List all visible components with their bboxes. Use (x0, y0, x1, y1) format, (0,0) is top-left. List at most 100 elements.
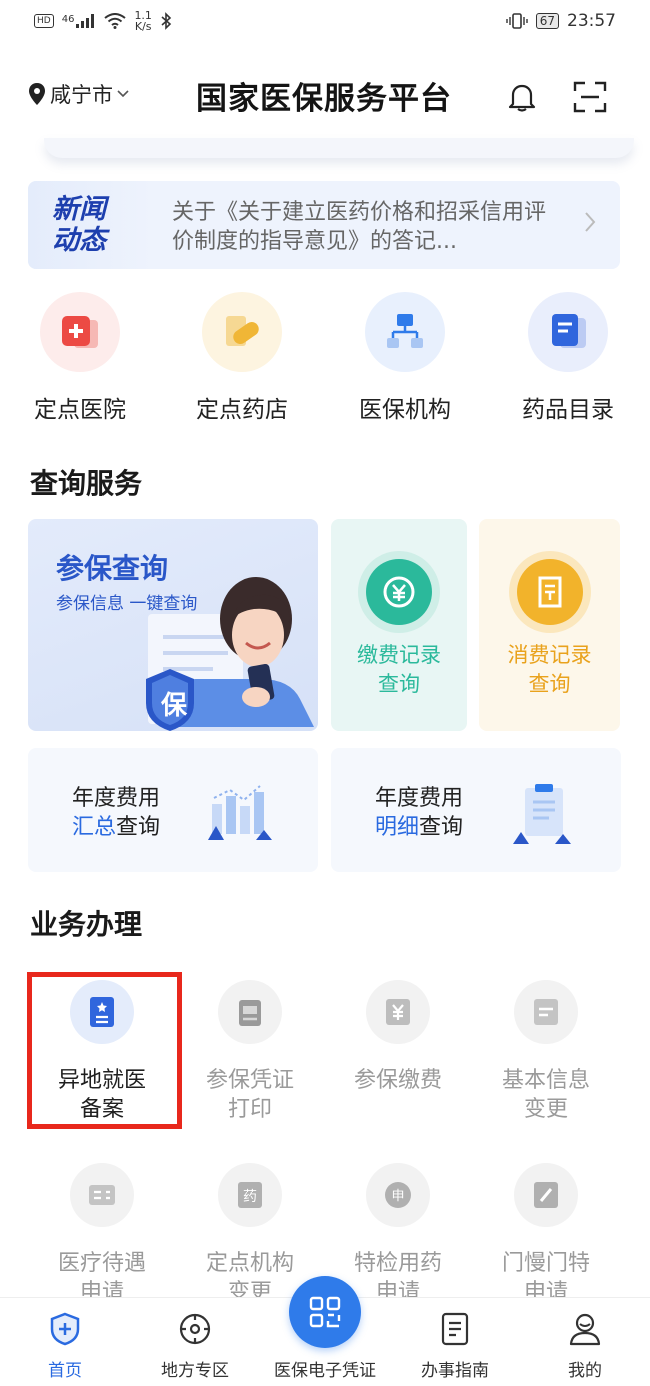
bluetooth-icon (161, 12, 172, 30)
page-title: 国家医保服务平台 (196, 81, 452, 117)
annual-detail-line1: 年度费用 (375, 786, 464, 811)
hd-badge: HD (34, 14, 54, 28)
quick-link-catalog[interactable]: 药品目录 (498, 292, 638, 424)
hospital-icon (40, 292, 120, 372)
status-left: HD 46 1.1 K/s (34, 10, 172, 32)
quick-link-label: 定点医院 (34, 397, 126, 423)
medicine-icon: 药 (218, 1163, 282, 1227)
payment-record-line1: 缴费记录 (357, 643, 441, 667)
vibrate-icon (506, 13, 528, 29)
annual-detail-card[interactable]: 年度费用 明细查询 (331, 748, 621, 872)
tab-guide[interactable]: 办事指南 (390, 1312, 520, 1381)
tab-mine-label: 我的 (568, 1361, 602, 1381)
business-item-label: 基本信息 变更 (502, 1066, 590, 1124)
quick-link-label: 药品目录 (522, 397, 614, 423)
e-certificate-label: 医保电子凭证 (274, 1361, 376, 1381)
quick-link-label: 医保机构 (359, 397, 451, 423)
business-item-line1: 门慢门特 (501, 1251, 590, 1276)
scan-icon (573, 81, 607, 113)
city-name: 咸宁市 (50, 83, 113, 107)
tab-local[interactable]: 地方专区 (130, 1312, 260, 1381)
business-item-line1: 参保缴费 (353, 1068, 442, 1093)
payment-record-line2: 查询 (378, 672, 420, 696)
edit-icon (514, 1163, 578, 1227)
tab-local-label: 地方专区 (161, 1361, 229, 1381)
query-section-title: 查询服务 (30, 467, 143, 500)
spending-record-line1: 消费记录 (507, 643, 592, 667)
annual-summary-rest: 查询 (116, 815, 161, 840)
annual-summary-line1: 年度费用 (72, 786, 161, 811)
shield-plus-icon (50, 1312, 80, 1346)
bar-chart-icon (208, 785, 272, 840)
printer-icon (218, 980, 282, 1044)
insurance-query-card[interactable]: 参保查询 参保信息 一键查询 保 (28, 519, 318, 731)
spending-record-card[interactable]: 消费记录 查询 (479, 519, 620, 731)
tab-home-label: 首页 (48, 1361, 82, 1381)
quick-link-institution[interactable]: 医保机构 (335, 292, 475, 424)
status-right: 67 23:57 (506, 11, 616, 31)
annual-summary-highlight: 汇总 (72, 815, 117, 840)
business-item-line1: 参保凭证 (205, 1068, 294, 1093)
business-item-line2: 打印 (227, 1097, 272, 1122)
news-headline: 关于《关于建立医药价格和招采信用评价制度的指导意见》的答记... (172, 200, 547, 254)
business-item-info-change[interactable]: 基本信息 变更 (472, 980, 620, 1124)
annual-summary-card[interactable]: 年度费用 汇总查询 (28, 748, 318, 872)
news-tag-line2: 动态 (52, 225, 106, 256)
business-item-line1: 医疗待遇 (57, 1251, 146, 1276)
business-item-label: 参保缴费 (354, 1066, 442, 1095)
info-card-icon (514, 980, 578, 1044)
business-item-line1: 定点机构 (205, 1251, 294, 1276)
payment-record-label: 缴费记录 查询 (331, 641, 467, 699)
insurance-badge: 保 (160, 691, 187, 721)
document-icon (441, 1312, 469, 1346)
location-pin-icon (29, 83, 45, 105)
business-item-line2: 变更 (523, 1097, 568, 1122)
business-item-certificate-print[interactable]: 参保凭证 打印 (176, 980, 324, 1124)
news-tag-line1: 新闻 (52, 194, 106, 225)
tab-mine[interactable]: 我的 (520, 1312, 650, 1381)
business-item-line1: 基本信息 (501, 1068, 590, 1093)
quick-link-hospital[interactable]: 定点医院 (10, 292, 150, 424)
business-item-medical-benefit[interactable]: 医疗待遇 申请 (28, 1163, 176, 1307)
catalog-icon (528, 292, 608, 372)
notification-button[interactable] (502, 77, 542, 117)
signal-icon: 46 (62, 14, 97, 28)
business-item-label: 参保凭证 打印 (206, 1066, 294, 1124)
yuan-icon (366, 980, 430, 1044)
compass-icon (179, 1313, 211, 1345)
business-item-line1: 特检用药 (353, 1251, 442, 1276)
tab-home[interactable]: 首页 (0, 1312, 130, 1381)
apply-icon: 申 (366, 1163, 430, 1227)
bell-icon (508, 84, 536, 112)
business-item-payment[interactable]: 参保缴费 (324, 980, 472, 1095)
business-item-outpatient[interactable]: 门慢门特 申请 (472, 1163, 620, 1307)
payment-record-card[interactable]: 缴费记录 查询 (331, 519, 467, 731)
form-icon (70, 1163, 134, 1227)
qr-code-icon (309, 1296, 341, 1328)
annual-detail-highlight: 明细 (375, 815, 420, 840)
annual-summary-label: 年度费用 汇总查询 (72, 784, 160, 842)
quick-link-pharmacy[interactable]: 定点药店 (172, 292, 312, 424)
receipt-icon (516, 559, 583, 625)
chevron-right-icon (584, 211, 596, 239)
battery-indicator: 67 (535, 13, 559, 29)
spending-record-label: 消费记录 查询 (479, 641, 620, 699)
e-certificate-button[interactable] (289, 1276, 361, 1348)
scan-button[interactable] (570, 77, 610, 117)
city-selector[interactable]: 咸宁市 (28, 79, 129, 109)
network-type: 46 (61, 14, 75, 25)
annual-detail-label: 年度费用 明细查询 (375, 784, 463, 842)
app-header: 咸宁市 国家医保服务平台 (0, 55, 650, 139)
annual-detail-rest: 查询 (419, 815, 464, 840)
header-divider (44, 138, 634, 158)
spending-record-line2: 查询 (528, 672, 571, 696)
payment-record-icon (366, 559, 432, 625)
business-section-title: 业务办理 (30, 908, 143, 941)
org-chart-icon (365, 292, 445, 372)
status-bar: HD 46 1.1 K/s 67 23:57 (0, 0, 650, 42)
user-icon (569, 1313, 601, 1346)
svg-text:药: 药 (243, 1189, 257, 1205)
svg-text:申: 申 (391, 1189, 404, 1204)
news-banner[interactable]: 新闻 动态 关于《关于建立医药价格和招采信用评价制度的指导意见》的答记... (28, 181, 620, 269)
net-speed: 1.1 K/s (134, 10, 152, 32)
